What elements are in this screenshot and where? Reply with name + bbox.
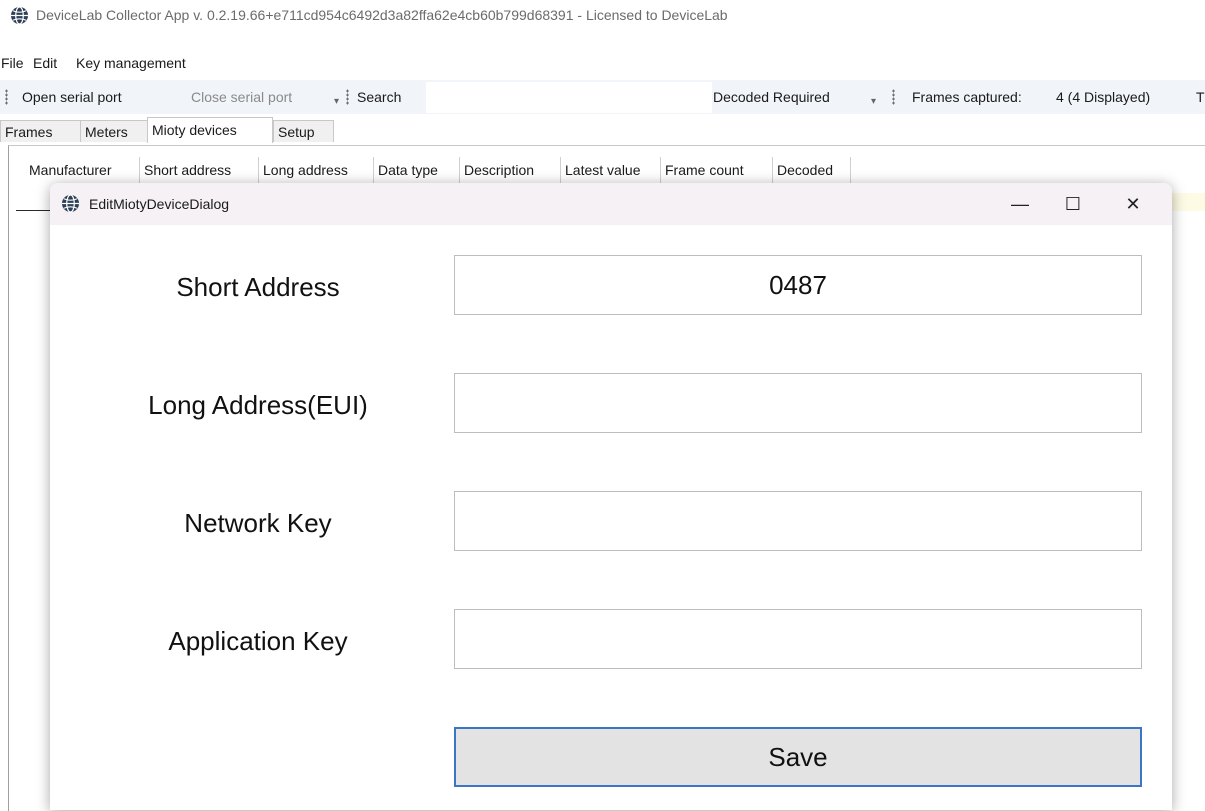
toolbar-grip[interactable] <box>5 89 8 105</box>
frames-captured-label: Frames captured: <box>912 89 1022 105</box>
menu-bar: File Edit Key management <box>0 55 1205 75</box>
long-address-label: Long Address(EUI) <box>148 390 368 420</box>
dialog-title: EditMiotyDeviceDialog <box>89 196 230 212</box>
short-address-label: Short Address <box>176 272 340 302</box>
open-serial-port-button[interactable]: Open serial port <box>22 89 122 105</box>
network-key-field[interactable] <box>454 491 1142 551</box>
edit-mioty-device-dialog: EditMiotyDeviceDialog — ☐ ✕ Short Addres… <box>50 183 1172 810</box>
column-frame-count[interactable]: Frame count <box>661 157 773 183</box>
toolbar-grip[interactable] <box>346 89 349 105</box>
column-decoded[interactable]: Decoded <box>773 157 851 183</box>
tab-frames[interactable]: Frames <box>0 120 81 142</box>
application-key-label: Application Key <box>168 626 348 656</box>
window-title: DeviceLab Collector App v. 0.2.19.66+e71… <box>36 7 728 23</box>
minimize-button[interactable]: — <box>997 183 1043 225</box>
overflow-dropdown-icon[interactable]: ▾ <box>871 96 876 107</box>
column-data-type[interactable]: Data type <box>374 157 460 183</box>
search-label: Search <box>357 89 402 105</box>
tab-setup[interactable]: Setup <box>273 120 334 142</box>
column-manufacturer[interactable]: Manufacturer <box>25 157 140 183</box>
column-short-address[interactable]: Short address <box>140 157 259 183</box>
application-key-field[interactable] <box>454 609 1142 669</box>
search-input[interactable] <box>426 82 712 113</box>
frames-captured-value: 4 (4 Displayed) <box>1056 89 1151 105</box>
close-serial-port-button[interactable]: Close serial port <box>191 89 292 105</box>
column-description[interactable]: Description <box>460 157 561 183</box>
save-button[interactable]: Save <box>454 727 1142 787</box>
menu-key-management[interactable]: Key management <box>76 55 186 71</box>
menu-edit[interactable]: Edit <box>33 55 57 71</box>
tab-meters[interactable]: Meters <box>80 120 148 142</box>
toolbar-truncated-item[interactable]: T <box>1196 89 1205 105</box>
dialog-titlebar[interactable]: EditMiotyDeviceDialog — ☐ ✕ <box>50 183 1172 225</box>
column-long-address[interactable]: Long address <box>259 157 374 183</box>
menu-file[interactable]: File <box>1 55 24 71</box>
long-address-field[interactable] <box>454 373 1142 433</box>
tab-mioty-devices[interactable]: Mioty devices <box>147 117 273 143</box>
window-titlebar: DeviceLab Collector App v. 0.2.19.66+e71… <box>0 0 1205 32</box>
tab-strip: Frames Meters Mioty devices Setup <box>0 117 1205 145</box>
globe-icon <box>61 194 80 213</box>
column-latest-value[interactable]: Latest value <box>561 157 661 183</box>
short-address-field[interactable]: 0487 <box>454 255 1142 315</box>
network-key-label: Network Key <box>184 508 332 538</box>
overflow-dropdown-icon[interactable]: ▾ <box>334 96 339 107</box>
decoded-required-button[interactable]: Decoded Required <box>713 89 830 105</box>
maximize-button[interactable]: ☐ <box>1050 183 1096 225</box>
globe-icon <box>10 6 29 25</box>
toolbar-grip[interactable] <box>892 89 895 105</box>
close-button[interactable]: ✕ <box>1110 183 1156 225</box>
